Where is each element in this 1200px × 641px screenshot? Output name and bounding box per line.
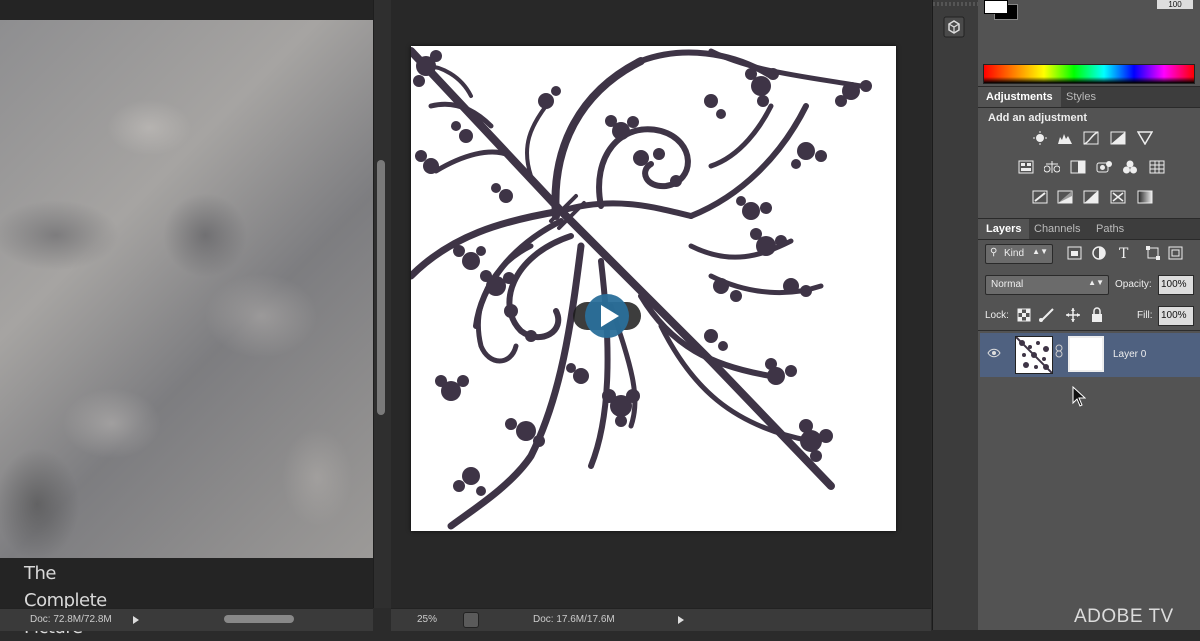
color-spectrum-bar[interactable] xyxy=(983,64,1195,84)
k-value-field[interactable]: 100 xyxy=(1157,0,1193,9)
center-doc-size: Doc: 17.6M/17.6M xyxy=(533,614,615,625)
zoom-level[interactable]: 25% xyxy=(417,614,437,625)
invert-icon[interactable] xyxy=(1032,190,1048,204)
left-status-menu-arrow-icon[interactable] xyxy=(133,616,139,624)
filter-shape-icon[interactable] xyxy=(1146,246,1160,260)
layer-name[interactable]: Layer 0 xyxy=(1113,349,1146,360)
layers-divider xyxy=(978,330,1200,331)
adjustments-heading: Add an adjustment xyxy=(988,112,1088,124)
opacity-field[interactable]: 100% xyxy=(1158,275,1194,295)
fill-field[interactable]: 100% xyxy=(1158,306,1194,326)
lock-position-icon[interactable] xyxy=(1066,308,1080,322)
curves-icon[interactable] xyxy=(1083,131,1099,145)
lock-all-icon[interactable] xyxy=(1092,307,1102,322)
tab-adjustments[interactable]: Adjustments xyxy=(978,87,1061,107)
collapsed-panel-strip xyxy=(932,0,979,630)
caption-line-1: The xyxy=(24,563,56,584)
blend-dropdown-icon: ▲▼ xyxy=(1088,278,1104,287)
left-status-bar: Doc: 72.8M/72.8M xyxy=(0,608,373,631)
filter-smart-object-icon[interactable] xyxy=(1168,246,1183,260)
filter-pixel-icon[interactable] xyxy=(1067,246,1082,260)
filter-adjustment-icon[interactable] xyxy=(1092,246,1106,260)
play-icon xyxy=(573,294,641,338)
channel-mixer-icon[interactable] xyxy=(1122,160,1138,174)
concrete-texture-image xyxy=(0,20,373,558)
svg-text:T: T xyxy=(1119,246,1129,261)
layer-filter-kind-select[interactable]: ⚲ Kind ▲▼ xyxy=(985,244,1053,264)
layers-tabbar: Layers Channels Paths xyxy=(978,218,1200,240)
selective-color-icon[interactable] xyxy=(1110,190,1126,204)
tab-styles[interactable]: Styles xyxy=(1058,87,1104,107)
adobe-tv-watermark: ADOBE TV xyxy=(1074,606,1174,627)
layer-filter-icons: T xyxy=(1067,246,1183,261)
panel-grip[interactable] xyxy=(933,2,978,6)
lock-image-pixels-icon[interactable] xyxy=(1039,308,1054,322)
opacity-value: 100% xyxy=(1161,279,1187,290)
levels-icon[interactable] xyxy=(1057,131,1073,145)
vibrance-icon[interactable] xyxy=(1137,131,1153,145)
left-doc-size: Doc: 72.8M/72.8M xyxy=(30,614,112,625)
brightness-contrast-icon[interactable] xyxy=(1032,131,1048,145)
ornament-canvas[interactable] xyxy=(411,46,896,531)
blend-mode-select[interactable]: Normal ▲▼ xyxy=(985,275,1109,295)
opacity-label: Opacity: xyxy=(1115,279,1152,290)
filter-kind-label: Kind xyxy=(1004,248,1025,259)
lock-label: Lock: xyxy=(985,310,1009,321)
filter-dropdown-icon: ▲▼ xyxy=(1032,247,1048,256)
threshold-icon[interactable] xyxy=(1083,190,1099,204)
hue-saturation-icon[interactable] xyxy=(1018,160,1034,174)
foreground-color-swatch[interactable] xyxy=(984,0,1008,14)
gradient-map-icon[interactable] xyxy=(1137,190,1153,204)
black-white-icon[interactable] xyxy=(1070,160,1086,174)
photo-filter-icon[interactable] xyxy=(1096,160,1112,174)
color-balance-icon[interactable] xyxy=(1044,160,1060,174)
layer-mask-thumbnail[interactable] xyxy=(1068,336,1104,372)
filter-type-icon[interactable]: T xyxy=(1119,246,1129,261)
blend-mode-value: Normal xyxy=(991,279,1024,290)
ornament-artwork xyxy=(411,47,872,530)
status-options-icon[interactable] xyxy=(463,612,479,628)
layer-visibility-eye-icon[interactable] xyxy=(987,348,1001,358)
left-horizontal-scrollbar[interactable] xyxy=(224,615,294,623)
3d-panel-icon[interactable] xyxy=(943,16,965,38)
center-status-menu-arrow-icon[interactable] xyxy=(678,616,684,624)
layer-mask-link-icon[interactable] xyxy=(1054,344,1064,358)
exposure-icon[interactable] xyxy=(1110,131,1126,145)
fill-label: Fill: xyxy=(1137,310,1153,321)
video-play-button[interactable] xyxy=(571,292,643,340)
lock-transparent-pixels-icon[interactable] xyxy=(1017,308,1031,322)
layer-thumbnail[interactable] xyxy=(1015,336,1053,374)
lock-icons xyxy=(1017,307,1102,322)
center-status-bar: 25% Doc: 17.6M/17.6M xyxy=(391,608,931,631)
fg-bg-color-swatches[interactable] xyxy=(984,0,1026,20)
color-lookup-icon[interactable] xyxy=(1149,160,1165,174)
tab-channels[interactable]: Channels xyxy=(1026,219,1088,239)
mouse-pointer-icon xyxy=(1072,386,1086,407)
adjustments-tabbar: Adjustments Styles xyxy=(978,86,1200,108)
filter-search-icon: ⚲ xyxy=(990,247,998,258)
posterize-icon[interactable] xyxy=(1057,190,1073,204)
left-vertical-scroll-thumb[interactable] xyxy=(377,160,385,415)
tab-layers[interactable]: Layers xyxy=(978,219,1030,239)
fill-value: 100% xyxy=(1161,310,1187,321)
tab-paths[interactable]: Paths xyxy=(1088,219,1132,239)
layer-thumbnail-preview xyxy=(1016,337,1052,373)
